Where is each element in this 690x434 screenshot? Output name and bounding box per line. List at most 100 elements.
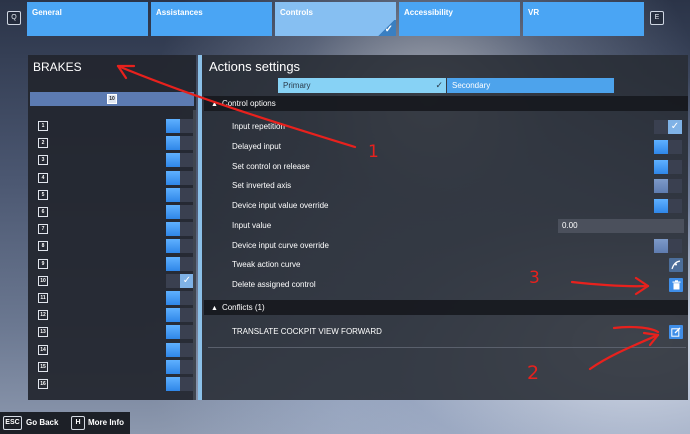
brake-binding-row[interactable]: 11 — [28, 290, 196, 306]
binding-number: 2 — [38, 138, 48, 149]
set-inverted-axis-toggle[interactable] — [654, 179, 682, 193]
binding-toggle[interactable] — [166, 153, 194, 168]
binding-toggle[interactable] — [166, 342, 194, 357]
brakes-title: BRAKES — [33, 60, 82, 74]
binding-toggle[interactable] — [166, 205, 194, 219]
brake-binding-row[interactable]: 6 — [28, 204, 196, 220]
binding-toggle[interactable] — [166, 170, 194, 185]
binding-number: 10 — [38, 275, 48, 286]
device-input-value-override-toggle[interactable] — [654, 199, 682, 213]
edit-icon[interactable] — [669, 325, 683, 339]
binding-number: 7 — [38, 224, 48, 235]
option-delete-assigned-control: Delete assigned control — [232, 277, 686, 293]
brake-binding-row[interactable]: 1 — [28, 118, 196, 134]
binding-number: 9 — [38, 258, 48, 269]
brake-binding-row[interactable]: 15 — [28, 359, 196, 375]
brake-binding-row[interactable]: 14 — [28, 342, 196, 358]
brake-binding-row[interactable]: 12 — [28, 307, 196, 323]
brake-binding-row[interactable]: 4 — [28, 170, 196, 186]
input-value-field[interactable]: 0.00 — [558, 219, 684, 233]
go-back-label[interactable]: Go Back — [26, 418, 58, 427]
tab-vr-label: VR — [528, 8, 540, 17]
delete-assigned-control-label: Delete assigned control — [232, 280, 316, 289]
binding-toggle[interactable] — [166, 256, 194, 271]
binding-number: 12 — [38, 310, 48, 321]
binding-number: 15 — [38, 361, 48, 372]
left-scrollbar[interactable] — [193, 110, 196, 400]
set-control-on-release-label: Set control on release — [232, 162, 310, 171]
binding-number: 14 — [38, 344, 48, 355]
bottom-hint-bar: ESC Go Back H More Info — [0, 412, 130, 434]
binding-toggle[interactable] — [166, 222, 194, 237]
brake-binding-row[interactable]: 2 — [28, 135, 196, 151]
actions-settings-title: Actions settings — [209, 59, 301, 74]
tab-assistances[interactable]: Assistances — [151, 2, 272, 36]
brake-binding-row[interactable]: 9 — [28, 256, 196, 272]
binding-toggle[interactable] — [166, 308, 194, 323]
tab-accessibility-label: Accessibility — [404, 8, 453, 17]
curve-edit-icon[interactable] — [669, 258, 683, 272]
tweak-action-curve-label: Tweak action curve — [232, 260, 301, 269]
collapse-caret-icon: ▲ — [211, 305, 218, 312]
collapse-caret-icon: ▲ — [211, 101, 218, 108]
binding-number: 11 — [38, 293, 48, 303]
conflict-item: TRANSLATE COCKPIT VIEW FORWARD — [232, 324, 686, 340]
brake-binding-row[interactable]: 3 — [28, 152, 196, 168]
tab-assistances-label: Assistances — [156, 8, 203, 17]
binding-toggle[interactable]: ✓ — [166, 273, 194, 288]
tab-secondary-label: Secondary — [452, 81, 491, 90]
selected-check-icon: ✓ — [376, 20, 396, 36]
binding-toggle[interactable] — [166, 119, 194, 133]
brake-binding-row[interactable]: 13 — [28, 324, 196, 340]
binding-toggle[interactable] — [166, 359, 194, 374]
tab-accessibility[interactable]: Accessibility — [399, 2, 520, 36]
control-options-header[interactable]: ▲ Control options — [204, 96, 688, 111]
brakes-binding-list-panel: BRAKES 10 1 2 3 4 5 6 7 8 9 10 ✓ 11 12 13 14 15 16 — [28, 55, 196, 400]
input-repetition-toggle[interactable]: ✓ — [654, 120, 682, 134]
binding-number: 16 — [38, 379, 48, 389]
binding-toggle[interactable] — [166, 239, 194, 254]
option-delayed-input: Delayed input — [232, 139, 686, 155]
delayed-input-label: Delayed input — [232, 142, 281, 151]
brake-binding-row[interactable]: 10 ✓ — [28, 273, 196, 289]
conflicts-header[interactable]: ▲ Conflicts (1) — [204, 300, 688, 315]
set-control-on-release-toggle[interactable] — [654, 160, 682, 174]
h-key-badge[interactable]: H — [71, 416, 85, 430]
binding-number: 13 — [38, 327, 48, 338]
brake-binding-row[interactable]: 16 — [28, 376, 196, 392]
actions-settings-panel: Actions settings Primary ✓ Secondary ▲ Co… — [202, 55, 688, 400]
delayed-input-toggle[interactable] — [654, 140, 682, 154]
tab-secondary[interactable]: Secondary — [447, 78, 614, 93]
more-info-label[interactable]: More Info — [88, 418, 124, 427]
top-tab-bar: Q General Assistances Controls ✓ Accessi… — [0, 0, 690, 36]
option-input-repetition: Input repetition ✓ — [232, 119, 686, 135]
prev-tab-key-hint[interactable]: Q — [7, 11, 21, 25]
binding-number: 6 — [38, 207, 48, 217]
option-device-input-value-override: Device input value override — [232, 198, 686, 214]
selected-binding-bar[interactable]: 10 — [30, 92, 194, 106]
tab-general[interactable]: General — [27, 2, 148, 36]
next-tab-key-hint[interactable]: E — [650, 11, 664, 25]
esc-key-badge[interactable]: ESC — [3, 416, 22, 430]
brake-binding-row[interactable]: 7 — [28, 221, 196, 237]
option-input-value: Input value 0.00 — [232, 218, 686, 234]
binding-toggle[interactable] — [166, 377, 194, 391]
tab-vr[interactable]: VR — [523, 2, 644, 36]
binding-number: 5 — [38, 189, 48, 200]
trash-icon[interactable] — [669, 278, 683, 292]
binding-toggle[interactable] — [166, 291, 194, 305]
brake-binding-row[interactable]: 8 — [28, 238, 196, 254]
binding-number: 1 — [38, 121, 48, 131]
binding-toggle[interactable] — [166, 136, 194, 151]
binding-toggle[interactable] — [166, 187, 194, 202]
device-input-value-override-label: Device input value override — [232, 201, 329, 210]
tab-controls[interactable]: Controls ✓ — [275, 2, 396, 36]
binding-toggle[interactable] — [166, 325, 194, 340]
control-options-label: Control options — [221, 99, 276, 108]
tab-primary[interactable]: Primary ✓ — [278, 78, 446, 93]
conflict-item-label: TRANSLATE COCKPIT VIEW FORWARD — [232, 327, 382, 336]
brake-binding-row[interactable]: 5 — [28, 187, 196, 203]
input-value-label: Input value — [232, 221, 272, 230]
device-input-curve-override-toggle[interactable] — [654, 239, 682, 253]
option-set-inverted-axis: Set inverted axis — [232, 178, 686, 194]
